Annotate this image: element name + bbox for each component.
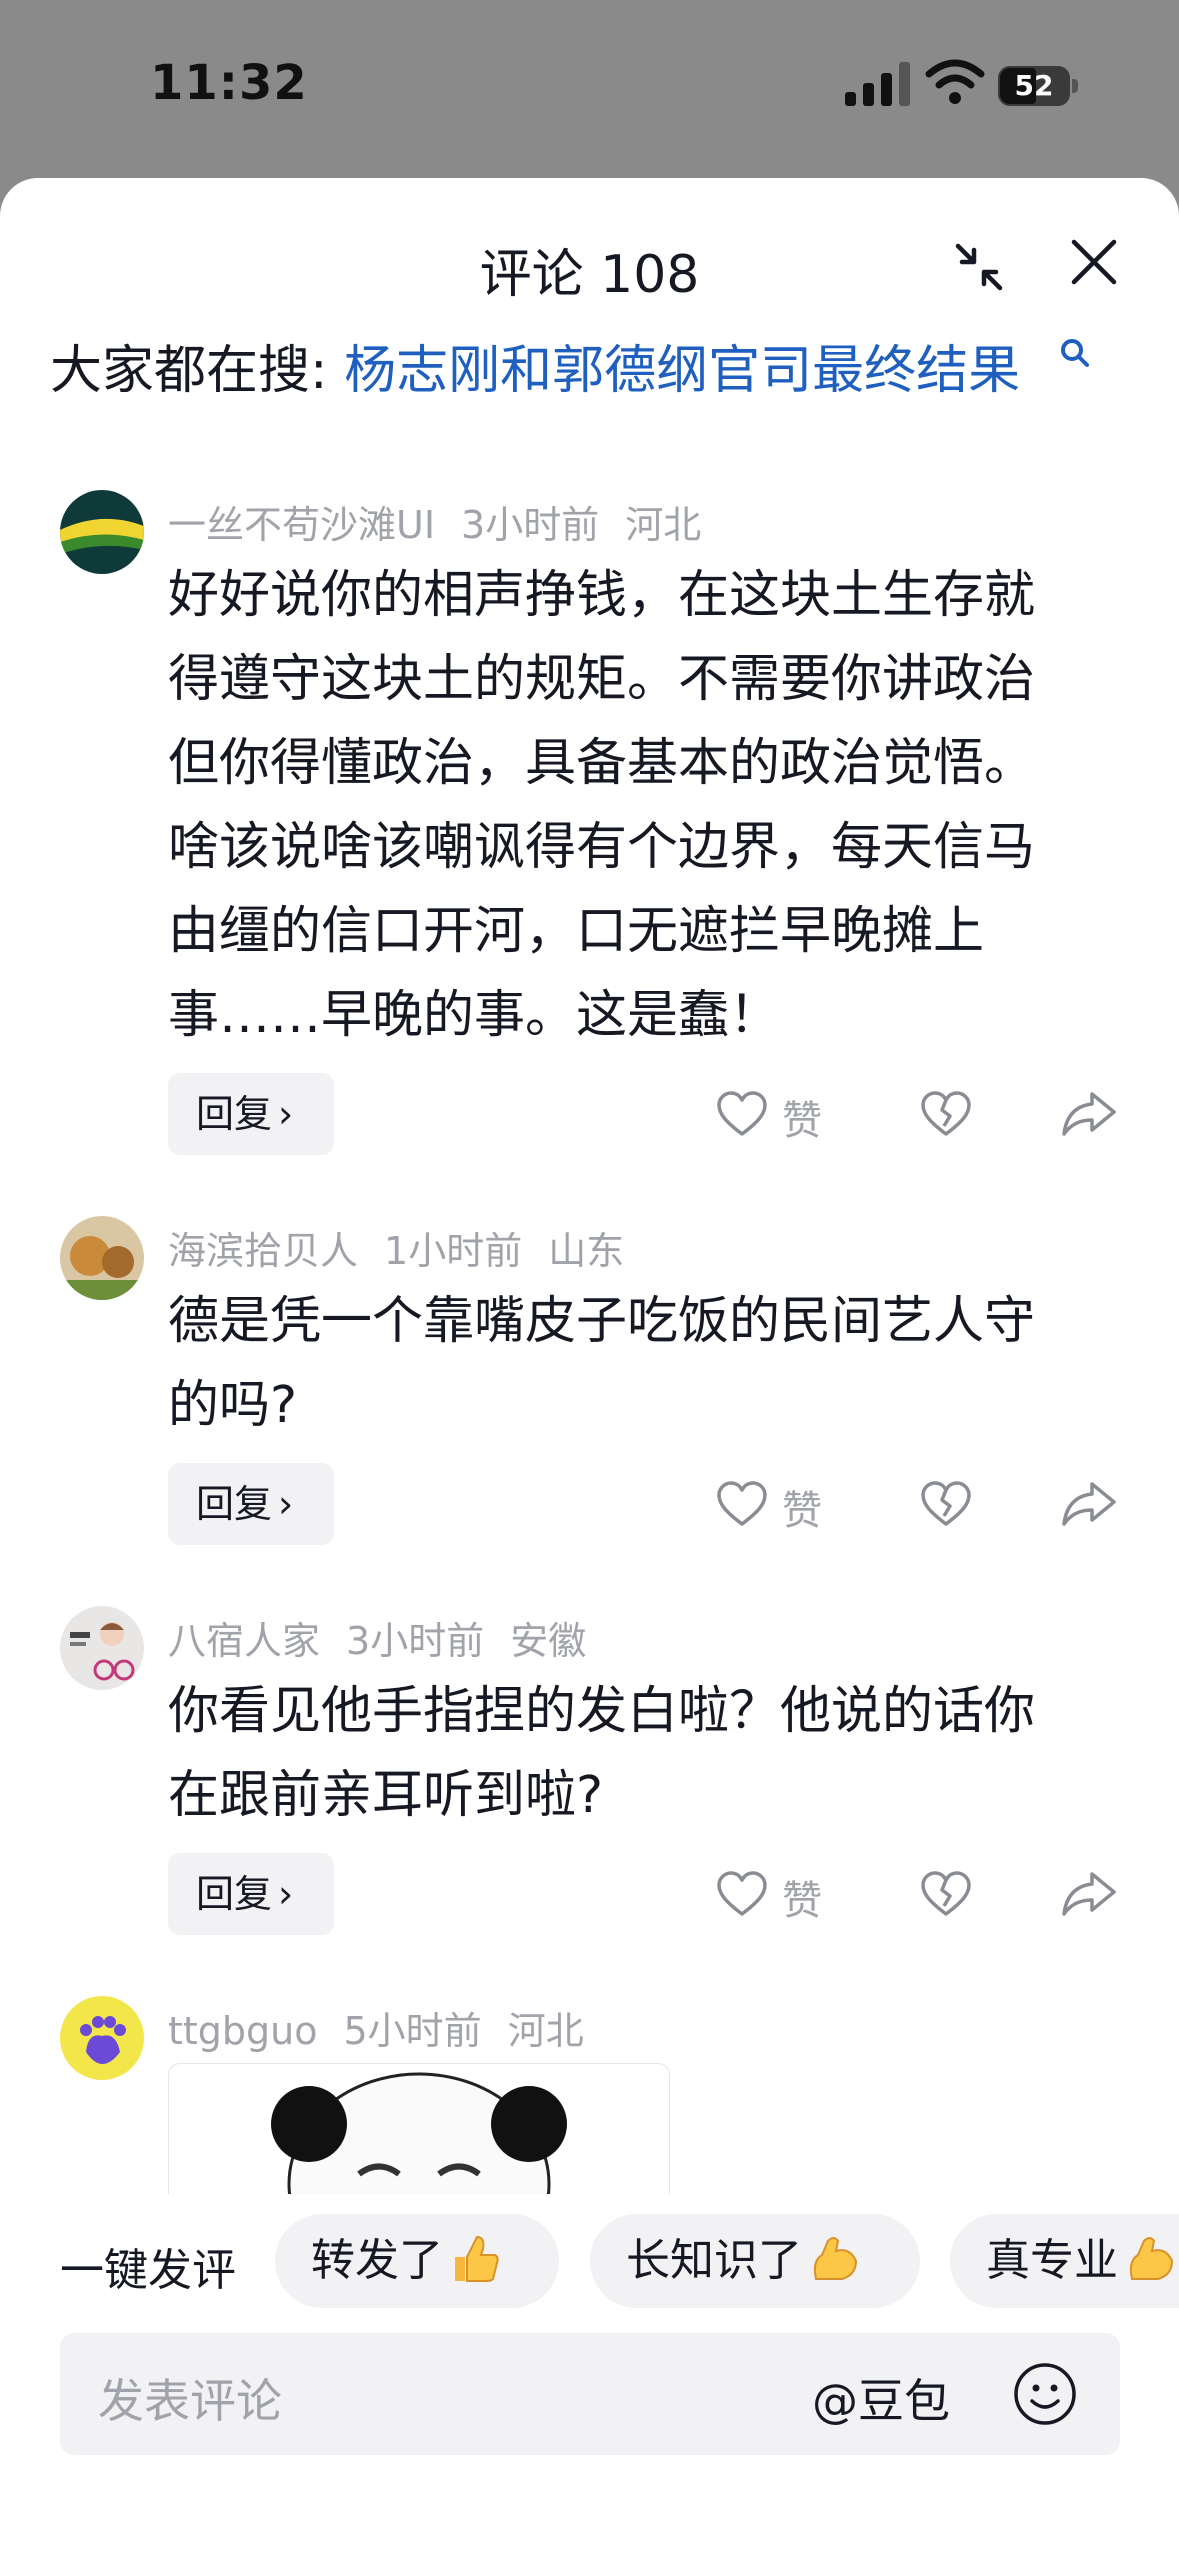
comment-line: 事……早晚的事。这是蠢！	[168, 986, 781, 1045]
quick-reply-chip[interactable]: 转发了	[275, 2214, 559, 2308]
chip-label: 长知识了	[626, 2235, 802, 2286]
like-heart-icon[interactable]	[716, 1090, 768, 1138]
panda-meme-image	[271, 2072, 567, 2194]
comment-input-placeholder: 发表评论	[98, 2374, 282, 2428]
avatar[interactable]	[60, 1606, 144, 1690]
comment-time: 3小时前	[461, 503, 600, 547]
close-icon[interactable]	[1068, 236, 1120, 288]
comment-location: 山东	[548, 1229, 625, 1273]
search-icon	[1061, 339, 1089, 367]
username[interactable]: 一丝不苟沙滩UI	[168, 503, 435, 547]
collapse-icon[interactable]	[952, 240, 1006, 294]
comment-image[interactable]	[168, 2063, 670, 2194]
comment-location: 河北	[625, 503, 702, 547]
chip-label: 真专业	[986, 2235, 1118, 2286]
trending-query-link[interactable]: 杨志刚和郭德纲官司最终结果	[344, 341, 1020, 401]
like-label[interactable]: 赞	[782, 1868, 822, 1926]
comment-time: 1小时前	[384, 1229, 523, 1273]
quick-reply-label: 一键发评	[60, 2245, 236, 2296]
comment-time: 3小时前	[346, 1619, 485, 1663]
flexed-biceps-emoji-icon	[813, 2237, 858, 2280]
cellular-signal-icon	[845, 62, 910, 106]
reply-label: 回复	[196, 1092, 273, 1136]
reply-button[interactable]: 回复 ›	[168, 1463, 334, 1545]
status-time: 11:32	[150, 55, 308, 111]
quick-reply-chip[interactable]: 长知识了	[590, 2214, 920, 2308]
trending-prefix: 大家都在搜:	[50, 341, 345, 401]
share-icon[interactable]	[1062, 1870, 1116, 1918]
like-heart-icon[interactable]	[716, 1480, 768, 1528]
reply-button[interactable]: 回复 ›	[168, 1853, 334, 1935]
comment-meta: 八宿人家 3小时前 安徽	[168, 1610, 612, 1665]
quick-reply-chip[interactable]: 真专业	[950, 2214, 1179, 2308]
battery-icon: 52	[998, 66, 1078, 108]
comment-location: 河北	[507, 2009, 584, 2053]
chevron-right-icon: ›	[278, 1092, 294, 1136]
comment-line: 得遵守这块土的规矩。不需要你讲政治	[168, 650, 1036, 709]
comment-input[interactable]: 发表评论 @豆包	[60, 2333, 1120, 2455]
chevron-right-icon: ›	[278, 1872, 294, 1916]
comment-line: 的吗?	[168, 1376, 298, 1435]
comment-text: 德是凭一个靠嘴皮子吃饭的民间艺人守 的吗?	[168, 1280, 1108, 1448]
mention-doubao-button[interactable]: @豆包	[812, 2365, 950, 2431]
username[interactable]: ttgbguo	[168, 2009, 318, 2053]
trending-search[interactable]: 大家都在搜: 杨志刚和郭德纲官司最终结果	[50, 328, 1020, 403]
reply-button[interactable]: 回复 ›	[168, 1073, 334, 1155]
comment-line: 德是凭一个靠嘴皮子吃饭的民间艺人守	[168, 1292, 1036, 1351]
avatar[interactable]	[60, 1216, 144, 1300]
battery-level: 52	[1014, 69, 1054, 102]
dislike-broken-heart-icon[interactable]	[920, 1480, 972, 1528]
chip-label: 转发了	[311, 2235, 443, 2286]
thumbs-up-emoji-icon	[455, 2235, 499, 2282]
comment-location: 安徽	[510, 1619, 587, 1663]
dislike-broken-heart-icon[interactable]	[920, 1090, 972, 1138]
reply-label: 回复	[196, 1872, 273, 1916]
wifi-icon	[925, 59, 985, 104]
comment-line: 你看见他手指捏的发白啦？他说的话你	[168, 1682, 1036, 1741]
share-icon[interactable]	[1062, 1480, 1116, 1528]
comment-line: 好好说你的相声挣钱，在这块土生存就	[168, 566, 1036, 625]
like-label[interactable]: 赞	[782, 1478, 822, 1536]
reply-label: 回复	[196, 1482, 273, 1526]
comment-text: 好好说你的相声挣钱，在这块土生存就 得遵守这块土的规矩。不需要你讲政治 但你得懂…	[168, 554, 1108, 1058]
comment-time: 5小时前	[343, 2009, 482, 2053]
share-icon[interactable]	[1062, 1090, 1116, 1138]
emoji-smile-icon[interactable]	[1012, 2361, 1078, 2427]
avatar[interactable]	[60, 490, 144, 574]
comment-meta: 海滨拾贝人 1小时前 山东	[168, 1220, 650, 1275]
avatar[interactable]	[60, 1996, 144, 2080]
comment-line: 由缰的信口开河，口无遮拦早晚摊上	[168, 902, 985, 961]
username[interactable]: 八宿人家	[168, 1619, 320, 1663]
comment-meta: ttgbguo 5小时前 河北	[168, 2000, 610, 2055]
like-heart-icon[interactable]	[716, 1870, 768, 1918]
flexed-biceps-emoji-icon	[1129, 2237, 1174, 2280]
chevron-right-icon: ›	[278, 1482, 294, 1526]
dislike-broken-heart-icon[interactable]	[920, 1870, 972, 1918]
comment-text: 你看见他手指捏的发白啦？他说的话你 在跟前亲耳听到啦?	[168, 1670, 1108, 1838]
username[interactable]: 海滨拾贝人	[168, 1229, 358, 1273]
comment-line: 啥该说啥该嘲讽得有个边界，每天信马	[168, 818, 1036, 877]
comment-line: 但你得懂政治，具备基本的政治觉悟。	[168, 734, 1036, 793]
comment-meta: 一丝不苟沙滩UI 3小时前 河北	[168, 494, 727, 549]
quick-reply-bar: 一键发评 转发了 长知识了 真专业	[0, 2206, 1179, 2316]
comment-line: 在跟前亲耳听到啦?	[168, 1766, 604, 1825]
like-label[interactable]: 赞	[782, 1088, 822, 1146]
